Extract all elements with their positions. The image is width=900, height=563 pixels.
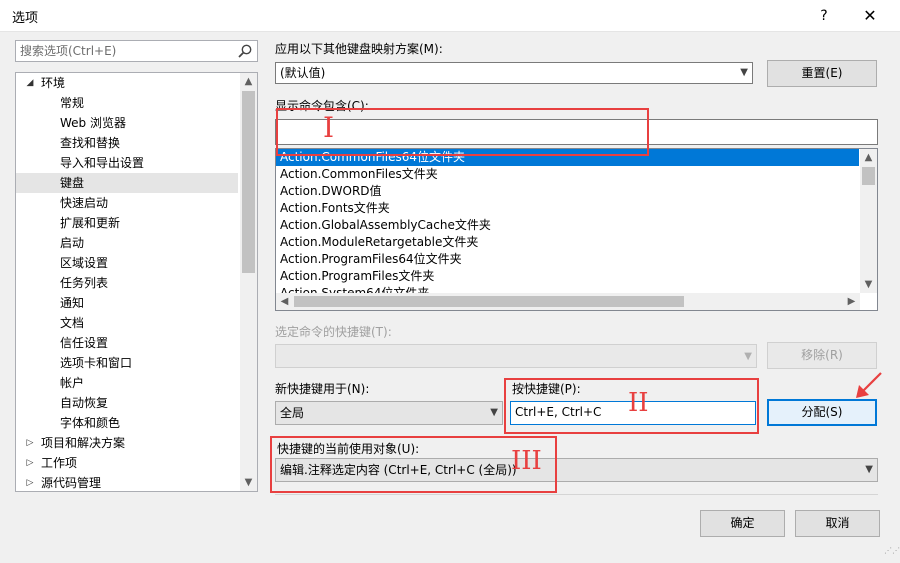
cancel-button[interactable]: 取消 [795,510,880,537]
tree-item-regional-settings[interactable]: 区域设置 [16,253,238,273]
mapping-scheme-value: (默认值) [280,66,326,80]
scroll-up-icon[interactable]: ▲ [240,73,257,90]
annotation-arrow-icon [856,372,882,398]
options-tree[interactable]: ◢ 环境 常规 Web 浏览器 查找和替换 导入和导出设置 键盘 快速启动 扩展… [15,72,258,492]
resize-grip-icon[interactable]: ⋰⋰ [884,547,900,560]
chevron-down-icon: ▼ [744,351,752,362]
annotation-mark-2: II [628,388,649,418]
tree-item-label: 工作项 [41,456,78,470]
expanded-arrow-icon[interactable]: ◢ [25,73,35,93]
scroll-thumb[interactable] [862,167,875,185]
chevron-down-icon: ▼ [865,464,873,475]
collapsed-arrow-icon[interactable]: ▷ [25,433,35,453]
selected-shortcuts-select[interactable]: ▼ [275,344,757,368]
tree-item-task-list[interactable]: 任务列表 [16,273,238,293]
tree-item-label: 导入和导出设置 [60,156,145,170]
command-list[interactable]: Action.CommonFiles64位文件夹 Action.CommonFi… [275,148,878,311]
annotation-mark-1: I [323,111,335,144]
scroll-up-icon[interactable]: ▲ [860,149,877,166]
tree-item-fonts-colors[interactable]: 字体和颜色 [16,413,238,433]
annotation-mark-3: III [511,446,542,476]
remove-button[interactable]: 移除(R) [767,342,877,369]
chevron-down-icon: ▼ [740,67,748,78]
tree-item-find-replace[interactable]: 查找和替换 [16,133,238,153]
scroll-down-icon[interactable]: ▼ [860,276,877,293]
list-item[interactable]: Action.GlobalAssemblyCache文件夹 [276,217,859,234]
tree-item-label: 环境 [41,76,66,90]
tree-item-label: 选项卡和窗口 [60,356,133,370]
tree-item-keyboard[interactable]: 键盘 [16,173,238,193]
tree-item-import-export[interactable]: 导入和导出设置 [16,153,238,173]
new-shortcut-scope-value: 全局 [280,406,305,420]
search-options-field[interactable] [15,40,258,62]
tree-item-label: 查找和替换 [60,136,121,150]
scroll-right-icon[interactable]: ▶ [843,293,860,310]
mapping-scheme-label: 应用以下其他键盘映射方案(M): [275,42,443,56]
tree-item-label: 任务列表 [60,276,109,290]
tree-item-label: 信任设置 [60,336,109,350]
window-title: 选项 [12,11,39,26]
title-bar: 选项 ? ✕ [0,0,900,32]
tree-item-label: 文档 [60,316,85,330]
new-shortcut-scope-label: 新快捷键用于(N): [275,382,370,396]
tree-item-documents[interactable]: 文档 [16,313,238,333]
mapping-scheme-select[interactable]: (默认值) ▼ [275,62,753,84]
tree-item-trust-settings[interactable]: 信任设置 [16,333,238,353]
selected-shortcuts-label: 选定命令的快捷键(T): [275,325,392,339]
search-input[interactable] [16,41,226,61]
tree-item-label: 自动恢复 [60,396,109,410]
search-icon [238,44,252,58]
list-item[interactable]: Action.CommonFiles文件夹 [276,166,859,183]
scroll-thumb[interactable] [242,91,255,273]
scroll-left-icon[interactable]: ◀ [276,293,293,310]
list-item[interactable]: Action.Fonts文件夹 [276,200,859,217]
list-item[interactable]: Action.ModuleRetargetable文件夹 [276,234,859,251]
tree-item-general[interactable]: 常规 [16,93,238,113]
tree-item-label: 启动 [60,236,85,250]
tree-item-source-control[interactable]: ▷ 源代码管理 [16,473,238,491]
tree-item-label: 常规 [60,96,85,110]
tree-item-label: 项目和解决方案 [41,436,126,450]
tree-item-label: 字体和颜色 [60,416,121,430]
collapsed-arrow-icon[interactable]: ▷ [25,473,35,491]
collapsed-arrow-icon[interactable]: ▷ [25,453,35,473]
scroll-thumb[interactable] [294,296,684,307]
list-item[interactable]: Action.DWORD值 [276,183,859,200]
tree-item-autorecover[interactable]: 自动恢复 [16,393,238,413]
list-item[interactable]: Action.ProgramFiles64位文件夹 [276,251,859,268]
tree-item-projects-solutions[interactable]: ▷ 项目和解决方案 [16,433,238,453]
tree-item-tabs-windows[interactable]: 选项卡和窗口 [16,353,238,373]
tree-item-notifications[interactable]: 通知 [16,293,238,313]
tree-item-work-items[interactable]: ▷ 工作项 [16,453,238,473]
tree-item-label: Web 浏览器 [60,116,126,130]
tree-item-label: 通知 [60,296,85,310]
new-shortcut-scope-select[interactable]: 全局 ▼ [275,401,503,425]
tree-item-label: 扩展和更新 [60,216,121,230]
assign-button[interactable]: 分配(S) [767,399,877,426]
tree-item-label: 帐户 [60,376,85,390]
separator [275,494,878,495]
tree-item-label: 键盘 [60,176,85,190]
tree-item-label: 源代码管理 [41,476,102,490]
list-horizontal-scrollbar[interactable]: ◀ ▶ [276,293,860,310]
close-button[interactable]: ✕ [852,2,888,30]
tree-vertical-scrollbar[interactable]: ▲ ▼ [240,73,257,491]
list-item[interactable]: Action.ProgramFiles文件夹 [276,268,859,285]
ok-button[interactable]: 确定 [700,510,785,537]
reset-button[interactable]: 重置(E) [767,60,877,87]
tree-item-label: 区域设置 [60,256,109,270]
tree-item-web-browser[interactable]: Web 浏览器 [16,113,238,133]
tree-item-environment[interactable]: ◢ 环境 [16,73,238,93]
scroll-down-icon[interactable]: ▼ [240,474,257,491]
help-button[interactable]: ? [810,2,838,30]
tree-item-extensions-updates[interactable]: 扩展和更新 [16,213,238,233]
list-vertical-scrollbar[interactable]: ▲ ▼ [860,149,877,293]
tree-item-label: 快速启动 [60,196,109,210]
tree-item-quick-launch[interactable]: 快速启动 [16,193,238,213]
chevron-down-icon: ▼ [490,407,498,418]
tree-item-startup[interactable]: 启动 [16,233,238,253]
tree-item-accounts[interactable]: 帐户 [16,373,238,393]
